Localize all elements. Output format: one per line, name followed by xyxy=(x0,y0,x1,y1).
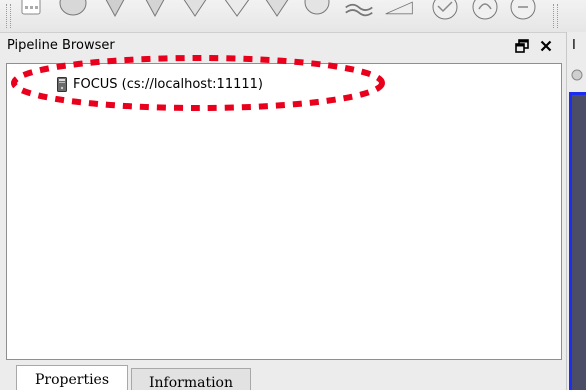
stream-tracer-icon[interactable] xyxy=(302,0,332,18)
pipeline-browser-title: Pipeline Browser xyxy=(7,38,115,53)
group-datasets-icon[interactable] xyxy=(384,0,414,18)
contour-filter-icon[interactable] xyxy=(140,0,170,18)
extract-level-icon[interactable] xyxy=(430,0,460,22)
tab-information-label: Information xyxy=(148,375,234,390)
clip-filter-icon[interactable] xyxy=(100,0,130,18)
tab-properties-label: Properties xyxy=(34,372,110,388)
calculator-icon[interactable] xyxy=(16,0,46,20)
highlight-annotation xyxy=(11,55,385,111)
warp-filter-icon[interactable] xyxy=(344,0,374,18)
extract-subset-icon[interactable] xyxy=(222,0,252,18)
undock-icon[interactable] xyxy=(513,37,531,55)
threshold-filter-icon[interactable] xyxy=(180,0,210,18)
append-datasets-icon[interactable] xyxy=(470,0,500,22)
filters-toolbar xyxy=(0,0,586,33)
tab-properties[interactable]: Properties xyxy=(16,365,128,390)
temporal-icon[interactable] xyxy=(508,0,538,22)
camera-icon[interactable] xyxy=(570,68,584,82)
dock-tabbar: Properties Information xyxy=(6,363,562,390)
tab-information[interactable]: Information xyxy=(131,368,251,390)
render-view[interactable] xyxy=(569,92,586,390)
right-pane-caption: I xyxy=(572,38,576,53)
toolbar-grip-icon[interactable] xyxy=(6,4,11,28)
glyph-filter-icon[interactable] xyxy=(262,0,292,18)
close-icon[interactable] xyxy=(537,37,555,55)
paraview-window: Pipeline Browser FOCUS (cs://localhost:1… xyxy=(0,0,586,390)
slice-filter-icon[interactable] xyxy=(58,0,88,18)
toolbar-grip-icon[interactable] xyxy=(553,4,558,28)
